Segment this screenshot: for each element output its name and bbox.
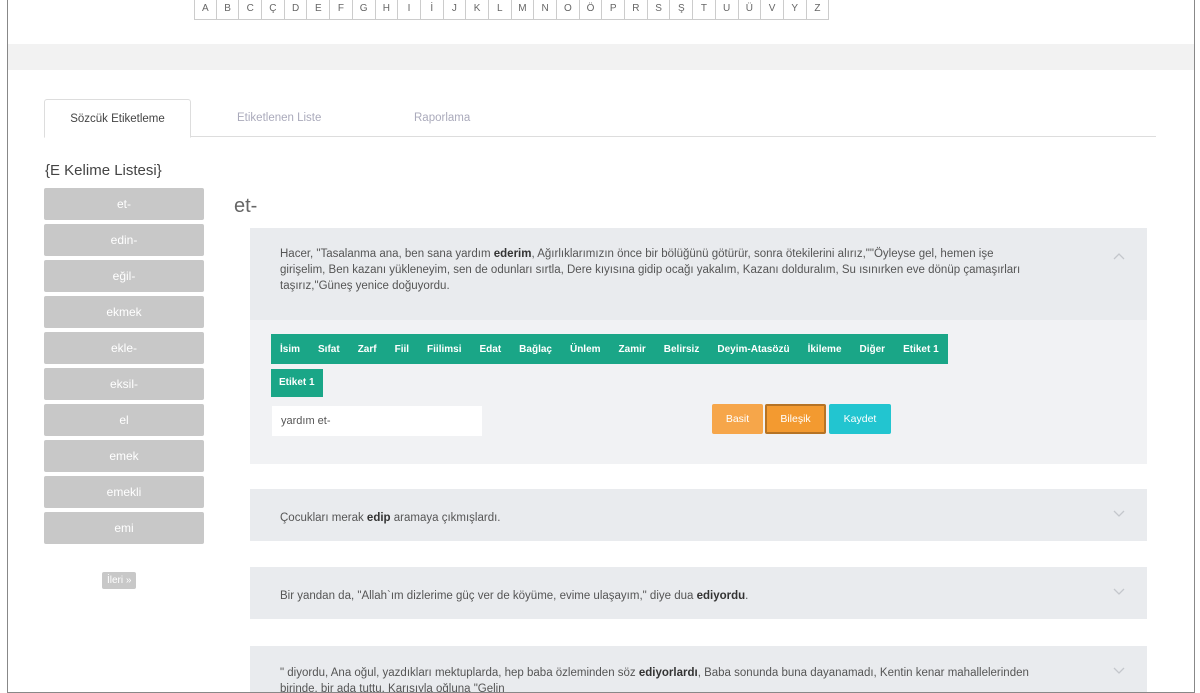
sentence-text: Bir yandan da, "Allah`ım dizlerime güç v… (280, 590, 749, 602)
bilesik-button[interactable]: Bileşik (765, 404, 826, 434)
alphabet-letter[interactable]: J (443, 0, 467, 20)
alphabet-letter[interactable]: Ö (579, 0, 603, 20)
word-list-item[interactable]: ekle- (44, 332, 204, 364)
tag-button[interactable]: Fiil (386, 344, 418, 355)
alphabet-letter[interactable]: I (398, 0, 421, 20)
alphabet-letter[interactable]: K (466, 0, 489, 20)
word-list-item[interactable]: emek (44, 440, 204, 472)
alphabet-letter[interactable]: A (194, 0, 217, 20)
tab-bar: Sözcük Etiketleme Etiketlenen Liste Rapo… (44, 99, 1156, 138)
tag-button[interactable]: İsim (271, 344, 309, 355)
page-title: et- (234, 195, 258, 217)
alphabet-letter[interactable]: Ş (670, 0, 694, 20)
chevron-up-icon[interactable] (1113, 252, 1125, 260)
alphabet-letter[interactable]: R (625, 0, 648, 20)
alphabet-letter[interactable]: O (557, 0, 580, 20)
tag-button[interactable]: Bağlaç (510, 344, 561, 355)
alphabet-letter[interactable]: N (534, 0, 557, 20)
alphabet-letter[interactable]: Y (783, 0, 807, 20)
word-list-item[interactable]: el (44, 404, 204, 436)
chevron-down-icon[interactable] (1113, 667, 1125, 675)
tab-raporlama[interactable]: Raporlama (414, 99, 534, 137)
tag-button[interactable]: İkileme (799, 344, 851, 355)
tag-button[interactable]: Etiket 1 (894, 344, 948, 355)
alphabet-letter[interactable]: H (375, 0, 399, 20)
word-list-item[interactable]: ekmek (44, 296, 204, 328)
tag-button[interactable]: Belirsiz (655, 344, 709, 355)
tag-button[interactable]: Deyim-Atasözü (708, 344, 798, 355)
sentence-panel[interactable]: Çocukları merak edip aramaya çıkmışlardı… (250, 489, 1147, 541)
basit-button[interactable]: Basit (712, 404, 763, 434)
alphabet-letter[interactable]: G (352, 0, 376, 20)
tab-etiketlenen-liste[interactable]: Etiketlenen Liste (237, 99, 377, 137)
tag-button[interactable]: Zarf (349, 344, 386, 355)
tag-button[interactable]: Edat (471, 344, 511, 355)
chevron-down-icon[interactable] (1113, 588, 1125, 596)
tag-button[interactable]: Diğer (851, 344, 895, 355)
alphabet-letter[interactable]: C (239, 0, 263, 20)
tag-button[interactable]: Ünlem (561, 344, 610, 355)
alphabet-letter[interactable]: T (693, 0, 716, 20)
tagging-area: İsim Sıfat Zarf Fiil Fiilimsi Edat Bağlaç Ünlem… (250, 320, 1147, 464)
word-list-item[interactable]: edin- (44, 224, 204, 256)
word-list: et-edin-eğil-ekmek ekle-eksil-el emek emekl… (44, 188, 204, 548)
alphabet-letter[interactable]: Z (806, 0, 830, 20)
tag-button[interactable]: Fiilimsi (418, 344, 470, 355)
sentence-panel-expanded[interactable]: Hacer, "Tasalanma ana, ben sana yardım e… (250, 228, 1147, 464)
alphabet-letter[interactable]: E (307, 0, 331, 20)
alphabet-letter[interactable]: Ç (262, 0, 285, 20)
alphabet-letter[interactable]: İ (420, 0, 444, 20)
kaydet-button[interactable]: Kaydet (829, 404, 891, 434)
alphabet-letter[interactable]: Ü (738, 0, 762, 20)
word-list-item[interactable]: emekli (44, 476, 204, 508)
chevron-down-icon[interactable] (1113, 510, 1125, 518)
alphabet-letter[interactable]: S (647, 0, 671, 20)
word-list-item[interactable]: et- (44, 188, 204, 220)
alphabet-letter[interactable]: M (511, 0, 535, 20)
word-list-item[interactable]: eğil- (44, 260, 204, 292)
sentence-text: " diyordu, Ana oğul, yazdıkları mektupla… (280, 667, 1029, 693)
alphabet-letter[interactable]: V (761, 0, 784, 20)
tag-button-etiket-extra[interactable]: Etiket 1 (271, 369, 323, 397)
alphabet-letter[interactable]: P (602, 0, 626, 20)
alphabet-letter[interactable]: B (216, 0, 240, 20)
alphabet-letter[interactable]: L (488, 0, 512, 20)
app-frame: ABCÇDEFGHIİJKLMNOÖPRSŞTUÜVYZ Sözcük Etik… (7, 0, 1195, 693)
tag-toolbar: İsim Sıfat Zarf Fiil Fiilimsi Edat Bağlaç Ünlem… (271, 334, 948, 364)
word-list-item[interactable]: emi (44, 512, 204, 544)
sentence-panel[interactable]: " diyordu, Ana oğul, yazdıkları mektupla… (250, 646, 1147, 693)
sentence-text: Hacer, "Tasalanma ana, ben sana yardım e… (280, 248, 1021, 292)
alphabet-letter[interactable]: F (330, 0, 353, 20)
tab-sozcuk-etiketleme[interactable]: Sözcük Etiketleme (44, 99, 191, 138)
header-band (8, 44, 1194, 70)
phrase-input[interactable] (272, 406, 482, 436)
alphabet-bar: ABCÇDEFGHIİJKLMNOÖPRSŞTUÜVYZ (194, 0, 830, 20)
word-list-item[interactable]: eksil- (44, 368, 204, 400)
tag-button[interactable]: Sıfat (309, 344, 349, 355)
alphabet-letter[interactable]: D (284, 0, 308, 20)
alphabet-letter[interactable]: U (715, 0, 739, 20)
word-list-title: {E Kelime Listesi} (45, 162, 162, 179)
tag-button[interactable]: Zamir (610, 344, 655, 355)
next-page-button[interactable]: İleri » (102, 572, 137, 589)
sentence-text: Çocukları merak edip aramaya çıkmışlardı… (280, 512, 501, 524)
sentence-panel[interactable]: Bir yandan da, "Allah`ım dizlerime güç v… (250, 567, 1147, 619)
